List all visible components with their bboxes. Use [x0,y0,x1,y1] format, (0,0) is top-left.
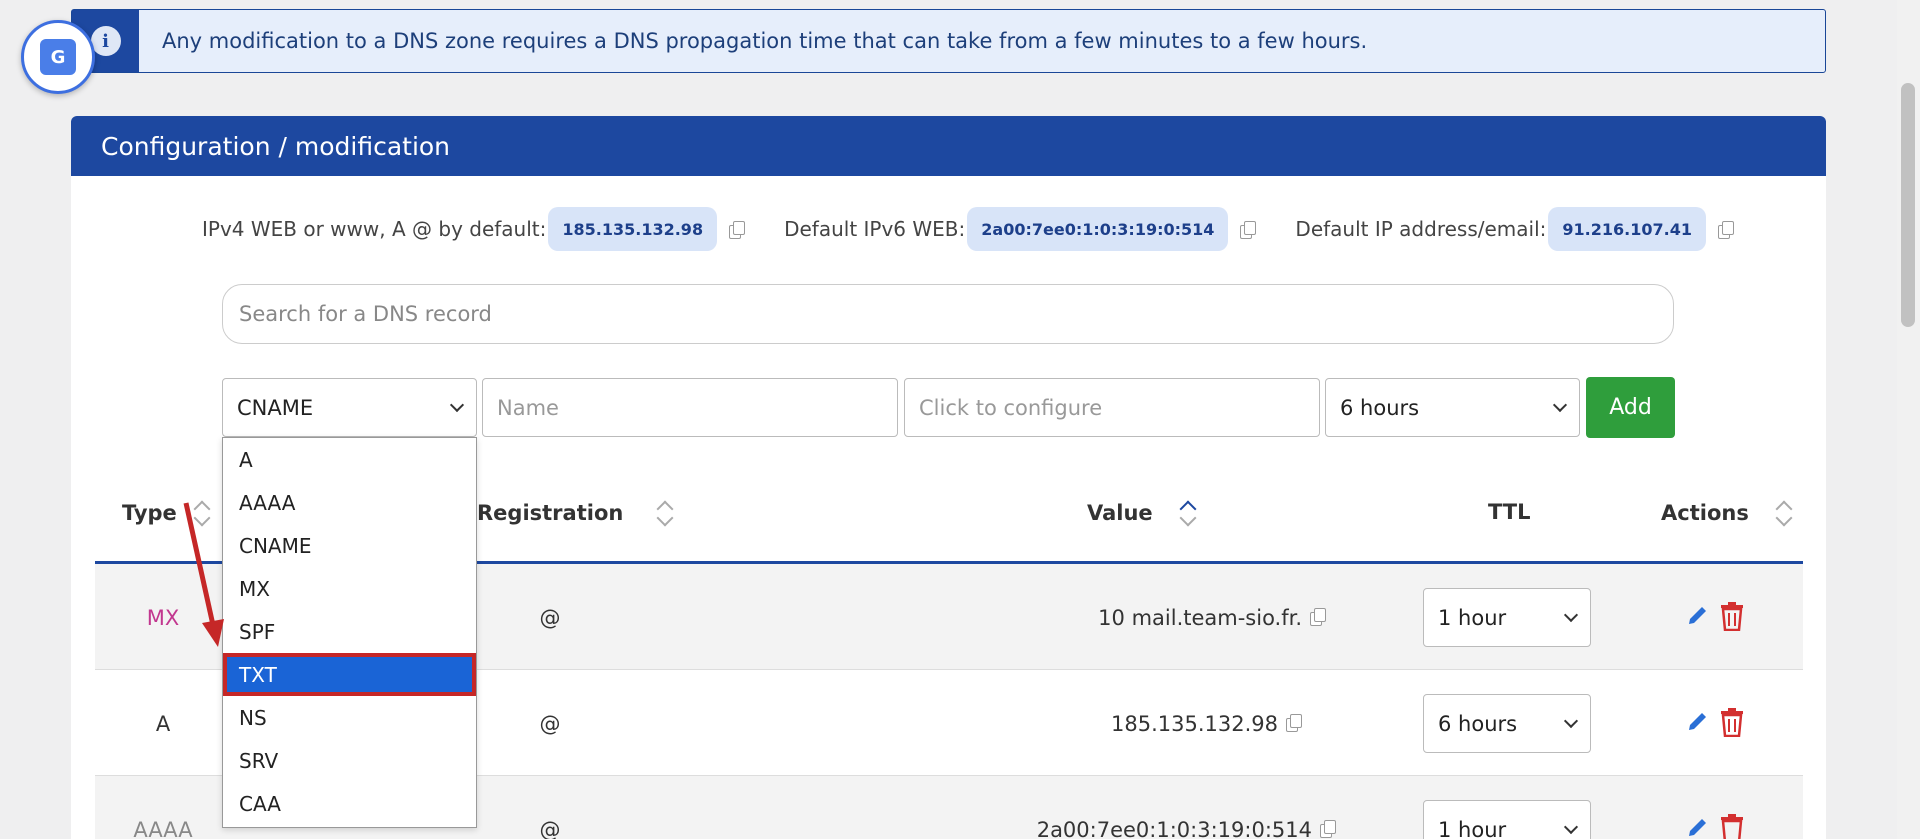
copy-icon[interactable] [1717,220,1734,239]
copy-icon[interactable] [1286,714,1302,732]
chevron-down-icon [449,397,465,412]
ipv4-label: IPv4 WEB or www, A @ by default: [202,217,547,241]
card-title: Configuration / modification [71,116,1826,176]
copy-icon[interactable] [1310,608,1326,626]
option-aaaa[interactable]: AAAA [223,481,476,524]
record-ttl-select[interactable]: 1 hour [1423,588,1591,647]
column-header-actions: Actions [1661,500,1790,528]
ipv6-label: Default IPv6 WEB: [784,217,966,241]
record-type: A [155,712,171,736]
record-type-select[interactable]: CNAME [222,378,477,437]
record-name-input[interactable] [482,378,898,437]
chevron-down-icon [1552,397,1568,412]
delete-trash-icon[interactable] [1719,601,1745,631]
record-type-selected: CNAME [237,395,314,420]
option-ns[interactable]: NS [223,696,476,739]
record-registration: @ [539,606,561,630]
sort-icon[interactable] [1180,500,1194,528]
record-ttl-select[interactable]: 1 hour [1423,800,1591,839]
column-header-ttl: TTL [1488,500,1531,524]
option-a[interactable]: A [223,438,476,481]
column-header-value[interactable]: Value [1087,500,1194,528]
record-ttl-selected: 6 hours [1340,395,1420,420]
edit-pencil-icon[interactable] [1686,604,1708,628]
sort-icon[interactable] [1776,500,1790,528]
record-registration: @ [539,818,561,839]
record-registration: @ [539,712,561,736]
column-header-registration[interactable]: Registration [477,500,671,528]
ipv6-value: 2a00:7ee0:1:0:3:19:0:514 [967,207,1229,251]
copy-icon[interactable] [1320,820,1336,838]
google-translate-icon[interactable]: G [21,20,95,94]
option-caa[interactable]: CAA [223,782,476,825]
default-ip-bar: IPv4 WEB or www, A @ by default: 185.135… [202,207,1734,251]
ipv4-value: 185.135.132.98 [548,207,718,251]
info-icon: i [90,26,121,56]
scrollbar-thumb[interactable] [1901,83,1915,327]
dns-propagation-notice: i Any modification to a DNS zone require… [71,9,1826,73]
option-srv[interactable]: SRV [223,739,476,782]
copy-icon[interactable] [1240,220,1257,239]
record-type: AAAA [133,818,193,839]
option-cname[interactable]: CNAME [223,524,476,567]
option-mx[interactable]: MX [223,567,476,610]
chevron-down-icon [1563,819,1579,834]
copy-icon[interactable] [729,220,746,239]
record-ttl-select[interactable]: 6 hours [1325,378,1580,437]
record-value-input[interactable] [904,378,1320,437]
delete-trash-icon[interactable] [1719,813,1745,839]
record-type-dropdown: A AAAA CNAME MX SPF TXT NS SRV CAA [222,437,477,828]
edit-pencil-icon[interactable] [1686,710,1708,734]
option-spf[interactable]: SPF [223,610,476,653]
delete-trash-icon[interactable] [1719,707,1745,737]
annotation-arrow [183,502,224,647]
sort-icon[interactable] [657,500,671,528]
dns-record-search-input[interactable] [222,284,1674,344]
option-txt[interactable]: TXT [223,653,476,696]
chevron-down-icon [1563,607,1579,622]
edit-pencil-icon[interactable] [1686,816,1708,839]
email-ip-label: Default IP address/email: [1295,217,1547,241]
record-ttl-select[interactable]: 6 hours [1423,694,1591,753]
notice-text: Any modification to a DNS zone requires … [162,29,1368,53]
email-ip-value: 91.216.107.41 [1548,207,1706,251]
chevron-down-icon [1563,713,1579,728]
add-record-button[interactable]: Add [1586,377,1675,438]
